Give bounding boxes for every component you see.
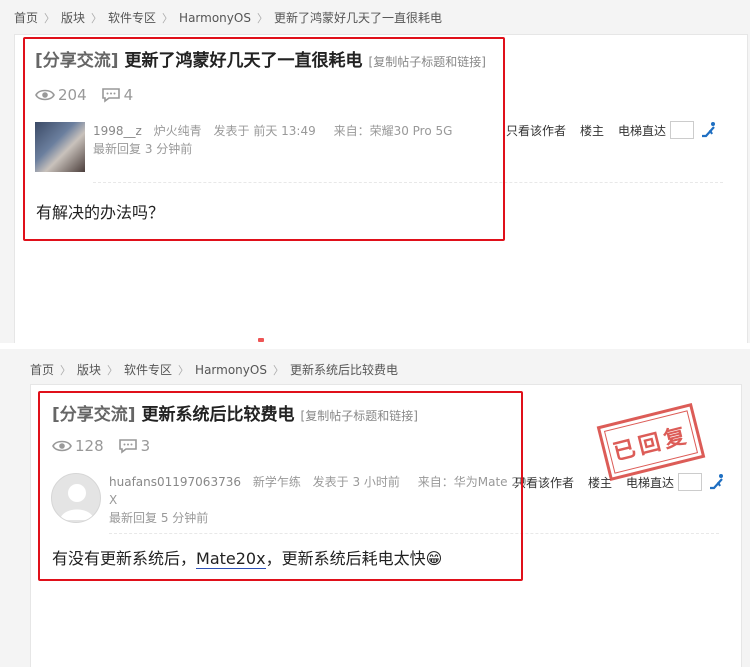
views-stat: 128 <box>52 437 104 455</box>
copy-link-button[interactable]: [复制帖子标题和链接] <box>301 407 418 424</box>
breadcrumb-software[interactable]: 软件专区 <box>108 9 156 26</box>
marker <box>258 338 264 342</box>
bottom-thread-panel: 首页〉 版块〉 软件专区〉 HarmonyOS 〉 更新系统后比较费电 [分享交流… <box>0 349 750 667</box>
post-card <box>14 34 748 343</box>
divider <box>109 533 719 534</box>
avatar[interactable] <box>51 473 101 523</box>
device-link[interactable]: Mate20x <box>196 549 266 569</box>
last-reply: 最新回复 3 分钟前 <box>93 142 193 156</box>
post-tools: 只看该作者 楼主 电梯直达 <box>506 121 718 139</box>
breadcrumb: 首页〉 版块〉 软件专区〉 HarmonyOS 〉 更新了鸿蒙好几天了一直很耗电 <box>14 9 442 26</box>
post-body-text: 有没有更新系统后， <box>52 549 197 568</box>
avatar[interactable] <box>35 122 85 172</box>
breadcrumb-current: 更新了鸿蒙好几天了一直很耗电 <box>273 11 442 25</box>
eye-icon <box>35 89 55 101</box>
breadcrumb: 首页〉 版块〉 软件专区〉 HarmonyOS 〉 更新系统后比较费电 <box>30 361 398 378</box>
escalator-icon[interactable] <box>700 121 718 139</box>
post-time: 发表于 3 小时前 <box>312 475 400 489</box>
username[interactable]: huafans01197063736 <box>109 475 241 489</box>
post-stats: 204 4 <box>35 86 147 104</box>
top-thread-panel: 首页〉 版块〉 软件专区〉 HarmonyOS 〉 更新了鸿蒙好几天了一直很耗电 … <box>0 0 750 343</box>
breadcrumb-boards[interactable]: 版块 <box>77 361 101 378</box>
username-wrap: X <box>109 493 118 507</box>
floor-jump-input[interactable] <box>678 473 703 491</box>
post-meta: 1998__z 炉火纯青 发表于 前天 13:49 来自：荣耀30 Pro 5G… <box>93 122 452 158</box>
breadcrumb-separator: 〉 <box>91 11 103 25</box>
post-title-row: [分享交流] 更新了鸿蒙好几天了一直很耗电 [复制帖子标题和链接] <box>35 46 486 71</box>
replies-stat: 3 <box>118 437 151 455</box>
replies-stat: 4 <box>101 86 134 104</box>
divider <box>93 182 723 183</box>
post-body: 有解决的办法吗？ <box>36 203 165 222</box>
post-body: 有没有更新系统后，Mate20x，更新系统后耗电太快😁 <box>52 545 442 569</box>
views-count: 204 <box>58 86 87 104</box>
escalator-icon[interactable] <box>708 473 726 491</box>
eye-icon <box>52 440 72 452</box>
breadcrumb-home[interactable]: 首页 <box>30 361 54 378</box>
breadcrumb-software[interactable]: 软件专区 <box>124 361 172 378</box>
post-time: 发表于 前天 13:49 <box>213 124 316 138</box>
post-meta: huafans01197063736 新学乍练 发表于 3 小时前 来自：华为M… <box>109 473 527 527</box>
breadcrumb-home[interactable]: 首页 <box>14 9 38 26</box>
author-only-link[interactable]: 只看该作者 <box>506 122 566 139</box>
post-title: 更新了鸿蒙好几天了一直很耗电 <box>124 51 363 71</box>
post-source: 来自：荣耀30 Pro 5G <box>333 124 453 138</box>
floor-jump-label: 电梯直达 <box>618 123 667 138</box>
author-only-link[interactable]: 只看该作者 <box>514 474 574 491</box>
breadcrumb-separator: 〉 <box>162 11 174 25</box>
username[interactable]: 1998__z <box>93 124 142 138</box>
replies-count: 3 <box>140 437 151 455</box>
breadcrumb-current: 更新系统后比较费电 <box>289 363 398 377</box>
post-body-text: ，更新系统后耗电太快😁 <box>265 549 443 568</box>
post-category[interactable]: [分享交流] <box>52 400 136 425</box>
copy-link-button[interactable]: [复制帖子标题和链接] <box>369 53 486 70</box>
breadcrumb-harmonyos[interactable]: HarmonyOS <box>179 11 251 25</box>
op-label: 楼主 <box>580 123 605 138</box>
views-count: 128 <box>75 437 104 455</box>
breadcrumb-separator: 〉 <box>60 363 72 377</box>
user-level: 炉火纯青 <box>153 124 202 138</box>
post-stats: 128 3 <box>52 437 164 455</box>
comment-icon <box>101 88 120 103</box>
floor-jump-input[interactable] <box>670 121 695 139</box>
breadcrumb-harmonyos[interactable]: HarmonyOS <box>195 363 267 377</box>
floor-jump-label: 电梯直达 <box>626 475 675 490</box>
breadcrumb-separator: 〉 <box>107 363 119 377</box>
default-avatar-icon <box>60 484 94 520</box>
post-title-row: [分享交流] 更新系统后比较费电 [复制帖子标题和链接] <box>52 400 418 425</box>
views-stat: 204 <box>35 86 87 104</box>
post-source: 来自：华为Mate 20 <box>417 475 527 489</box>
breadcrumb-separator: 〉 <box>178 363 190 377</box>
breadcrumb-separator: 〉 <box>256 11 268 25</box>
breadcrumb-separator: 〉 <box>44 11 56 25</box>
breadcrumb-separator: 〉 <box>272 363 284 377</box>
replies-count: 4 <box>123 86 134 104</box>
post-category[interactable]: [分享交流] <box>35 46 119 71</box>
breadcrumb-boards[interactable]: 版块 <box>61 9 85 26</box>
last-reply: 最新回复 5 分钟前 <box>109 511 209 525</box>
user-level: 新学乍练 <box>252 475 301 489</box>
post-title: 更新系统后比较费电 <box>141 405 295 425</box>
comment-icon <box>118 439 137 454</box>
